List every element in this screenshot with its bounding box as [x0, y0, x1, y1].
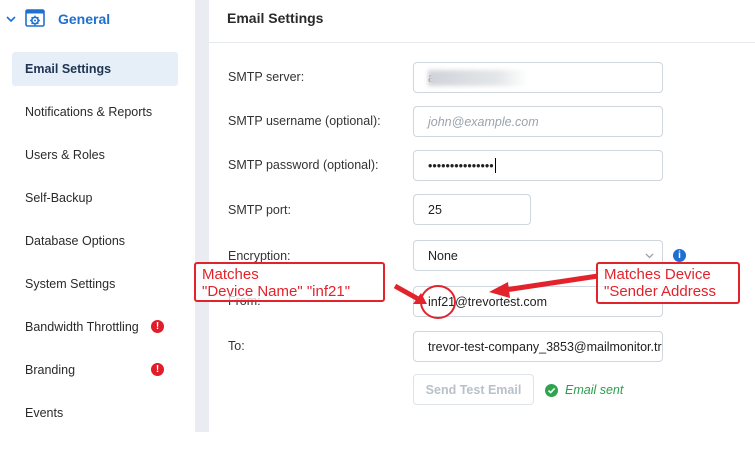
- annotation-device-name: Matches "Device Name" "inf21": [194, 262, 385, 302]
- smtp-server-label: SMTP server:: [228, 70, 305, 84]
- status-text: Email sent: [565, 383, 624, 397]
- annotation-line: Matches Device: [604, 266, 711, 283]
- sidebar-item-self-backup[interactable]: Self-Backup: [12, 181, 178, 215]
- alert-icon: !: [151, 363, 164, 376]
- sidebar-item-label: Users & Roles: [25, 148, 105, 162]
- smtp-username-label: SMTP username (optional):: [228, 114, 381, 128]
- redaction-blur: [428, 70, 528, 86]
- to-input[interactable]: trevor-test-company_3853@mailmonitor.tr: [413, 331, 663, 362]
- smtp-server-input[interactable]: a: [413, 62, 663, 93]
- smtp-username-placeholder: john@example.com: [428, 114, 539, 129]
- smtp-port-value: 25: [428, 202, 442, 217]
- settings-gear-icon: [25, 9, 45, 27]
- smtp-port-label: SMTP port:: [228, 203, 291, 217]
- encryption-value: None: [428, 248, 458, 263]
- annotation-sender-address: Matches Device "Sender Address: [596, 262, 740, 304]
- sidebar-item-label: Bandwidth Throttling: [25, 320, 139, 334]
- alert-icon: !: [151, 320, 164, 333]
- sidebar-item-notifications-reports[interactable]: Notifications & Reports: [12, 95, 178, 129]
- to-label: To:: [228, 339, 245, 353]
- sidebar-item-label: Branding: [25, 363, 76, 377]
- sidebar-item-label: Events: [25, 406, 64, 420]
- sidebar-item-system-settings[interactable]: System Settings: [12, 267, 178, 301]
- chevron-down-icon[interactable]: [4, 12, 18, 26]
- sidebar-item-branding[interactable]: Branding !: [12, 353, 178, 387]
- smtp-username-input[interactable]: john@example.com: [413, 106, 663, 137]
- sidebar-item-label: Self-Backup: [25, 191, 93, 205]
- sidebar-item-bandwidth-throttling[interactable]: Bandwidth Throttling !: [12, 310, 178, 344]
- sidebar-item-email-settings[interactable]: Email Settings: [12, 52, 178, 86]
- sidebar-item-users-roles[interactable]: Users & Roles: [12, 138, 178, 172]
- divider: [209, 42, 755, 43]
- sidebar-group-general[interactable]: General: [4, 8, 110, 30]
- text-cursor: [494, 158, 496, 173]
- sidebar-item-label: Notifications & Reports: [25, 105, 153, 119]
- sidebar-item-label: Database Options: [25, 234, 126, 248]
- smtp-password-input[interactable]: •••••••••••••••: [413, 150, 663, 181]
- to-value: trevor-test-company_3853@mailmonitor.tr: [428, 339, 662, 354]
- info-icon[interactable]: i: [673, 249, 686, 262]
- annotation-line: "Device Name" "inf21": [202, 283, 351, 300]
- smtp-password-value: •••••••••••••••: [428, 158, 494, 173]
- email-sent-status: Email sent: [545, 383, 623, 397]
- page-title: Email Settings: [227, 10, 324, 26]
- from-value: inf21@trevortest.com: [428, 294, 547, 309]
- sidebar-item-label: Email Settings: [25, 62, 112, 76]
- check-circle-icon: [545, 383, 558, 397]
- sidebar-item-events[interactable]: Events: [12, 396, 178, 430]
- send-test-email-button[interactable]: Send Test Email: [413, 374, 534, 405]
- chevron-down-icon: [645, 253, 654, 259]
- smtp-password-label: SMTP password (optional):: [228, 158, 379, 172]
- annotation-line: "Sender Address: [604, 283, 717, 300]
- encryption-label: Encryption:: [228, 249, 291, 263]
- sidebar-divider[interactable]: [195, 0, 209, 432]
- sidebar-item-label: System Settings: [25, 277, 116, 291]
- sidebar: General Email Settings Notifications & R…: [0, 0, 195, 454]
- sidebar-group-title: General: [58, 11, 111, 27]
- annotation-line: Matches: [202, 266, 259, 283]
- sidebar-item-database-options[interactable]: Database Options: [12, 224, 178, 258]
- smtp-port-input[interactable]: 25: [413, 194, 531, 225]
